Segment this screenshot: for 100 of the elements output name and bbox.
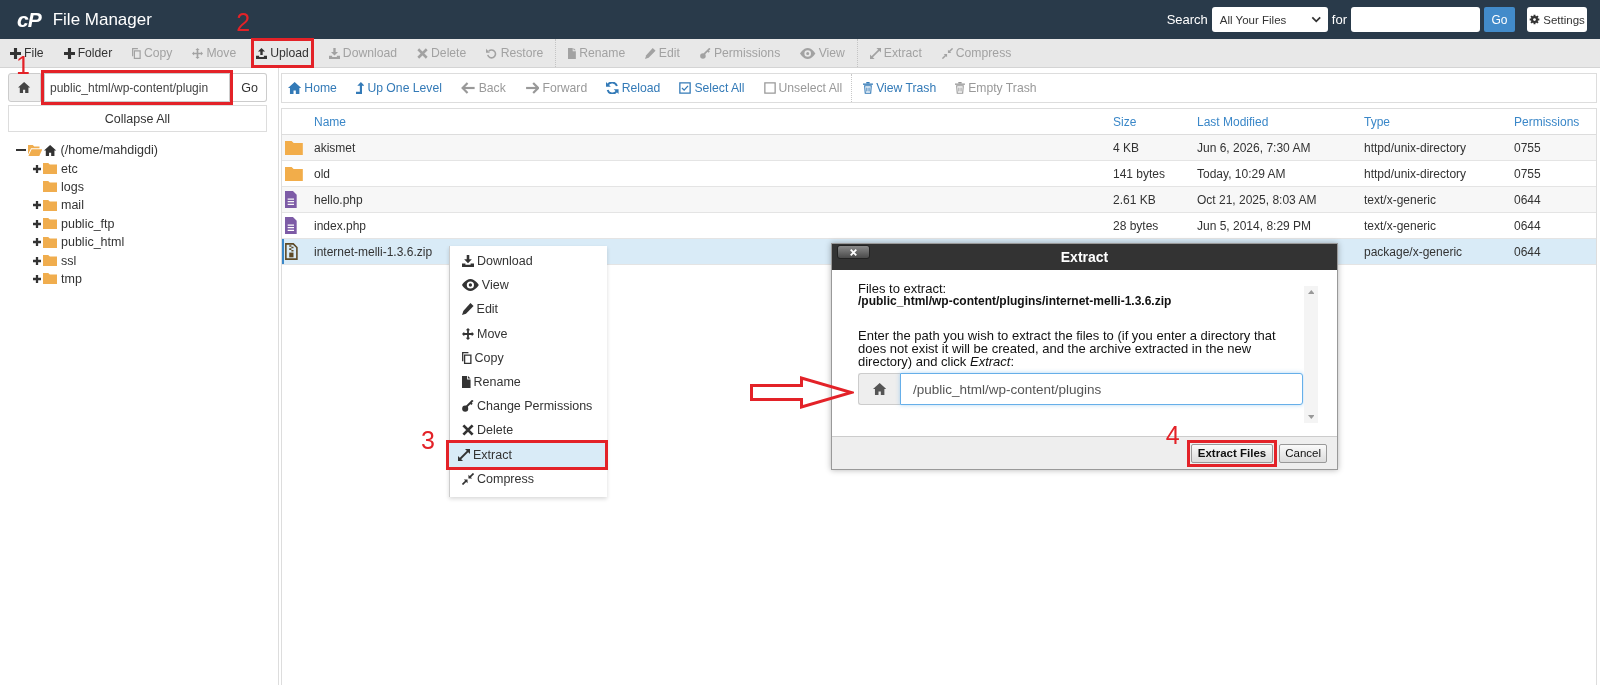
move-icon <box>192 47 204 59</box>
column-header[interactable]: Name <box>312 114 1109 129</box>
table-cell: package/x-generic <box>1364 244 1463 259</box>
callout-number: 4 <box>1165 422 1180 448</box>
undo-icon <box>486 47 498 59</box>
file-row[interactable]: akismet 4 KB Jun 6, 2026, 7:30 AM httpd/unix-directory 0755 <box>282 135 1596 161</box>
column-header[interactable]: Size <box>1109 114 1193 129</box>
tree-item[interactable]: mail <box>61 198 84 213</box>
settings-button[interactable]: Settings <box>1527 7 1587 32</box>
nav-button[interactable]: View Trash <box>863 81 937 95</box>
column-header[interactable]: Last Modified <box>1193 114 1360 129</box>
menu-item[interactable]: Extract <box>449 442 605 467</box>
table-cell: httpd/unix-directory <box>1364 140 1467 155</box>
search-label: Search <box>1166 12 1208 27</box>
folder-icon <box>43 199 57 211</box>
folder-icon <box>43 255 57 267</box>
cross-icon <box>462 424 474 437</box>
close-icon <box>850 248 857 256</box>
pencil-icon <box>462 303 474 316</box>
expand-icon <box>458 448 470 461</box>
search-go-button[interactable]: Go <box>1484 7 1515 32</box>
caret-icon <box>1311 16 1322 23</box>
menu-item[interactable]: Compress <box>450 466 607 491</box>
table-cell: hello.php <box>314 192 363 207</box>
plus-icon[interactable] <box>33 274 41 283</box>
tree-item[interactable]: logs <box>61 179 84 194</box>
path-field[interactable]: public_html/wp-content/plugin <box>44 73 230 102</box>
trash-icon <box>863 82 874 94</box>
callout-number: 2 <box>236 10 251 35</box>
folder-icon <box>43 181 57 193</box>
nav-button[interactable]: Select All <box>679 81 745 95</box>
tree-item[interactable]: ssl <box>61 253 77 268</box>
extract-path-field[interactable]: /public_html/wp-content/plugins <box>900 373 1303 406</box>
table-cell: 0644 <box>1514 192 1541 207</box>
home-icon <box>872 383 887 396</box>
file-icon <box>568 47 577 59</box>
column-header[interactable]: Type <box>1360 114 1510 129</box>
column-header[interactable]: Permissions <box>1510 114 1596 129</box>
menu-item[interactable]: Delete <box>450 418 607 443</box>
folder-icon <box>43 236 57 248</box>
table-cell: text/x-generic <box>1364 192 1437 207</box>
table-cell: internet-melli-1.3.6.zip <box>314 244 433 259</box>
plus-icon[interactable] <box>33 256 41 265</box>
expand-icon <box>869 47 881 59</box>
scroll-down-icon[interactable] <box>1307 415 1315 419</box>
path-go-button[interactable]: Go <box>233 73 267 102</box>
close-button[interactable] <box>837 245 870 259</box>
menu-item[interactable]: View <box>450 273 607 298</box>
menu-item[interactable]: Change Permissions <box>450 394 607 419</box>
archive-icon <box>285 243 298 260</box>
home-icon <box>288 82 302 94</box>
menu-item[interactable]: Copy <box>450 345 607 370</box>
cross-icon <box>417 47 429 59</box>
upload-icon <box>256 47 268 59</box>
plus-icon <box>63 47 75 59</box>
toolbar-button[interactable]: Folder <box>61 41 115 65</box>
menu-item[interactable]: Rename <box>450 369 607 395</box>
menu-item[interactable]: Move <box>450 321 607 346</box>
toolbar-button[interactable]: Upload <box>254 41 311 65</box>
compress-icon <box>941 47 953 59</box>
menu-item[interactable]: Edit <box>450 297 607 322</box>
collapse-all-button[interactable]: Collapse All <box>8 105 267 132</box>
extract-files-button[interactable]: Extract Files <box>1190 443 1274 463</box>
folder-icon <box>43 273 57 285</box>
plus-icon[interactable] <box>33 219 41 228</box>
file-row[interactable]: hello.php 2.61 KB Oct 21, 2025, 8:03 AM text/x-generic 0644 <box>282 187 1596 213</box>
copy-icon <box>132 47 141 59</box>
nav-button[interactable]: Reload <box>606 81 661 95</box>
home-button[interactable] <box>8 73 41 102</box>
tree-item[interactable]: public_html <box>61 235 125 250</box>
callout-number: 1 <box>16 53 30 78</box>
trash-icon <box>955 82 966 94</box>
table-cell: Jun 6, 2026, 7:30 AM <box>1197 140 1311 155</box>
tree-item[interactable]: tmp <box>61 271 82 286</box>
checked-box-icon <box>679 82 692 94</box>
app-title: File Manager <box>52 9 152 30</box>
scroll-up-icon[interactable] <box>1307 290 1315 294</box>
minus-icon[interactable] <box>16 148 26 152</box>
search-scope-select[interactable]: All Your Files <box>1211 7 1328 32</box>
plus-icon[interactable] <box>33 238 41 247</box>
plus-icon[interactable] <box>33 201 41 210</box>
table-cell: old <box>314 166 330 181</box>
table-cell: 0755 <box>1514 140 1541 155</box>
compress-icon <box>462 472 474 485</box>
folder-icon <box>43 163 57 175</box>
level-up-icon <box>355 82 365 94</box>
menu-item[interactable]: Download <box>450 249 607 274</box>
scrollbar[interactable] <box>1304 286 1318 423</box>
logo: cP <box>17 9 41 30</box>
search-field[interactable] <box>1351 7 1480 32</box>
table-cell: 2.61 KB <box>1113 192 1156 207</box>
tree-item[interactable]: etc <box>61 161 78 176</box>
cancel-button[interactable]: Cancel <box>1279 443 1327 463</box>
tree-item[interactable]: public_ftp <box>61 216 115 231</box>
dialog-title: Extract <box>1060 249 1109 265</box>
table-cell: Oct 21, 2025, 8:03 AM <box>1197 192 1317 207</box>
plus-icon[interactable] <box>33 164 41 173</box>
tree-item[interactable]: (/home/mahdigdi) <box>60 143 158 158</box>
nav-button[interactable]: Up One Level <box>355 81 442 95</box>
nav-button[interactable]: Home <box>288 81 337 95</box>
